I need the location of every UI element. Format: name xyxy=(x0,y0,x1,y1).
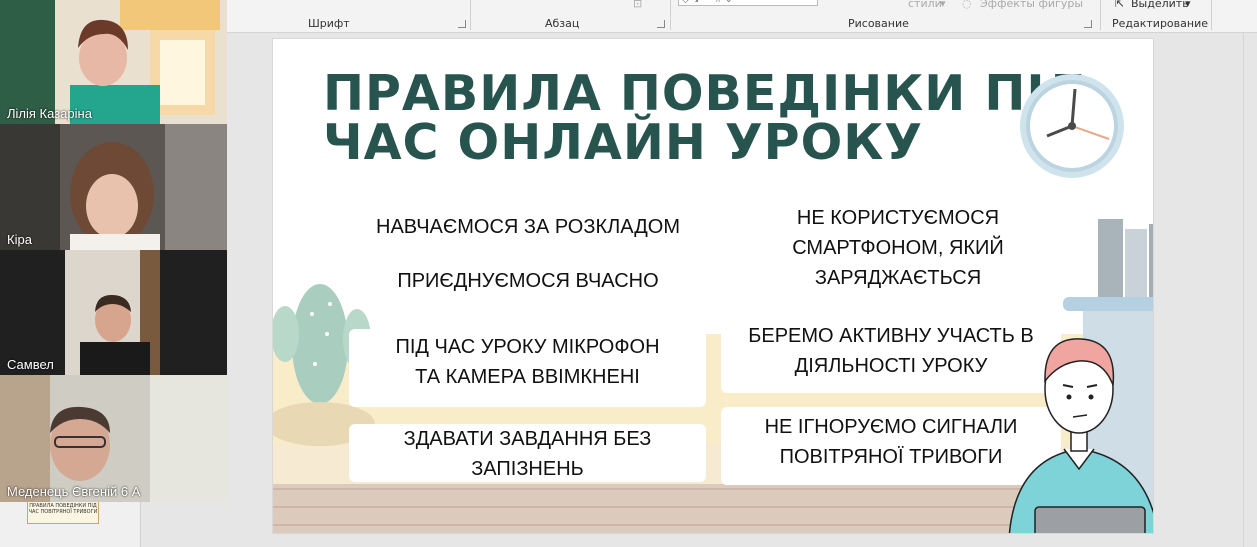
styles-button[interactable]: стили xyxy=(908,0,942,10)
rule-text: СМАРТФОНОМ, ЯКИЙ xyxy=(792,237,1004,259)
slide-title: ПРАВИЛА ПОВЕДІНКИ ПІД ЧАС ОНЛАЙН УРОКУ xyxy=(323,65,1091,171)
participants-panel: Лілія Казаріна Кіра Самвел Меденець Євге… xyxy=(0,0,227,502)
vertical-scrollbar[interactable] xyxy=(1243,33,1244,547)
rule-text: ТА КАМЕРА ВВІМКНЕНІ xyxy=(415,366,640,388)
shape-effects-button[interactable]: Эффекты фигуры xyxy=(980,0,1083,10)
paragraph-group-label: Абзац xyxy=(545,17,580,30)
ribbon-separator xyxy=(1100,0,1101,30)
slide-thumbnail-text: ПРАВИЛА ПОВЕДІНКИ ПІД ЧАС ПОВІТРЯНОЇ ТРИ… xyxy=(28,503,98,515)
rule-text: НЕ КОРИСТУЄМОСЯ xyxy=(796,207,1000,229)
rule-item: НАВЧАЄМОСЯ ЗА РОЗКЛАДОМ xyxy=(353,212,703,242)
rule-text: ПРИЄДНУЄМОСЯ ВЧАСНО xyxy=(397,270,659,292)
rule-item: ПРИЄДНУЄМОСЯ ВЧАСНО xyxy=(353,266,703,296)
participant-video xyxy=(0,375,227,502)
slide-title-line: ПРАВИЛА ПОВЕДІНКИ ПІД xyxy=(323,65,1091,122)
select-button[interactable]: Выделить xyxy=(1131,0,1189,10)
slide-canvas[interactable]: ПРАВИЛА ПОВЕДІНКИ ПІД ЧАС ОНЛАЙН УРОКУ Н… xyxy=(272,38,1154,534)
participant-tile[interactable]: Кіра xyxy=(0,124,227,250)
paragraph-option-icon[interactable]: ⊡ xyxy=(633,0,642,10)
shapes-gallery[interactable]: ◇ ↘ ⌒ ☆ ⌄ xyxy=(678,0,818,6)
participant-name: Самвел xyxy=(7,357,54,372)
rule-text: НАВЧАЄМОСЯ ЗА РОЗКЛАДОМ xyxy=(376,216,680,238)
font-group-label: Шрифт xyxy=(308,17,350,30)
teacher-illustration xyxy=(1008,338,1153,533)
select-icon: ⇱ xyxy=(1115,0,1125,10)
ribbon-separator xyxy=(670,0,671,30)
drawing-group-label: Рисование xyxy=(848,17,909,30)
shape-effects-icon: ◌ xyxy=(962,0,972,10)
participant-video xyxy=(0,124,227,250)
clock-icon xyxy=(1020,74,1124,178)
participant-name: Кіра xyxy=(7,232,32,247)
rule-text: ЗДАВАТИ ЗАВДАННЯ БЕЗ xyxy=(403,428,652,450)
participant-name: Меденець Євгеній 6 А xyxy=(7,484,141,499)
rule-text: ЗАПІЗНЕНЬ xyxy=(471,458,584,480)
rule-text: ПІД ЧАС УРОКУ МІКРОФОН xyxy=(395,336,660,358)
editing-group-label: Редактирование xyxy=(1112,17,1208,30)
drawing-launcher-icon[interactable] xyxy=(1084,20,1092,28)
ribbon-separator xyxy=(1211,0,1212,30)
slide-title-line: ЧАС ОНЛАЙН УРОКУ xyxy=(323,114,924,171)
participant-tile[interactable]: Самвел xyxy=(0,250,227,375)
paragraph-launcher-icon[interactable] xyxy=(657,20,665,28)
participant-tile[interactable]: Лілія Казаріна xyxy=(0,0,227,124)
participant-name: Лілія Казаріна xyxy=(7,106,92,121)
styles-dropdown-icon[interactable]: ▾ xyxy=(940,0,946,10)
select-dropdown-icon[interactable]: ▾ xyxy=(1185,0,1191,10)
rule-item: ЗДАВАТИ ЗАВДАННЯ БЕЗ ЗАПІЗНЕНЬ xyxy=(349,424,706,482)
rule-text: ЗАРЯДЖАЄТЬСЯ xyxy=(814,267,982,289)
rule-item: НЕ КОРИСТУЄМОСЯ СМАРТФОНОМ, ЯКИЙ ЗАРЯДЖА… xyxy=(723,203,1073,293)
ribbon-separator xyxy=(470,0,471,30)
font-launcher-icon[interactable] xyxy=(458,20,466,28)
participant-tile[interactable]: Меденець Євгеній 6 А xyxy=(0,375,227,502)
rule-item: ПІД ЧАС УРОКУ МІКРОФОН ТА КАМЕРА ВВІМКНЕ… xyxy=(349,329,706,407)
